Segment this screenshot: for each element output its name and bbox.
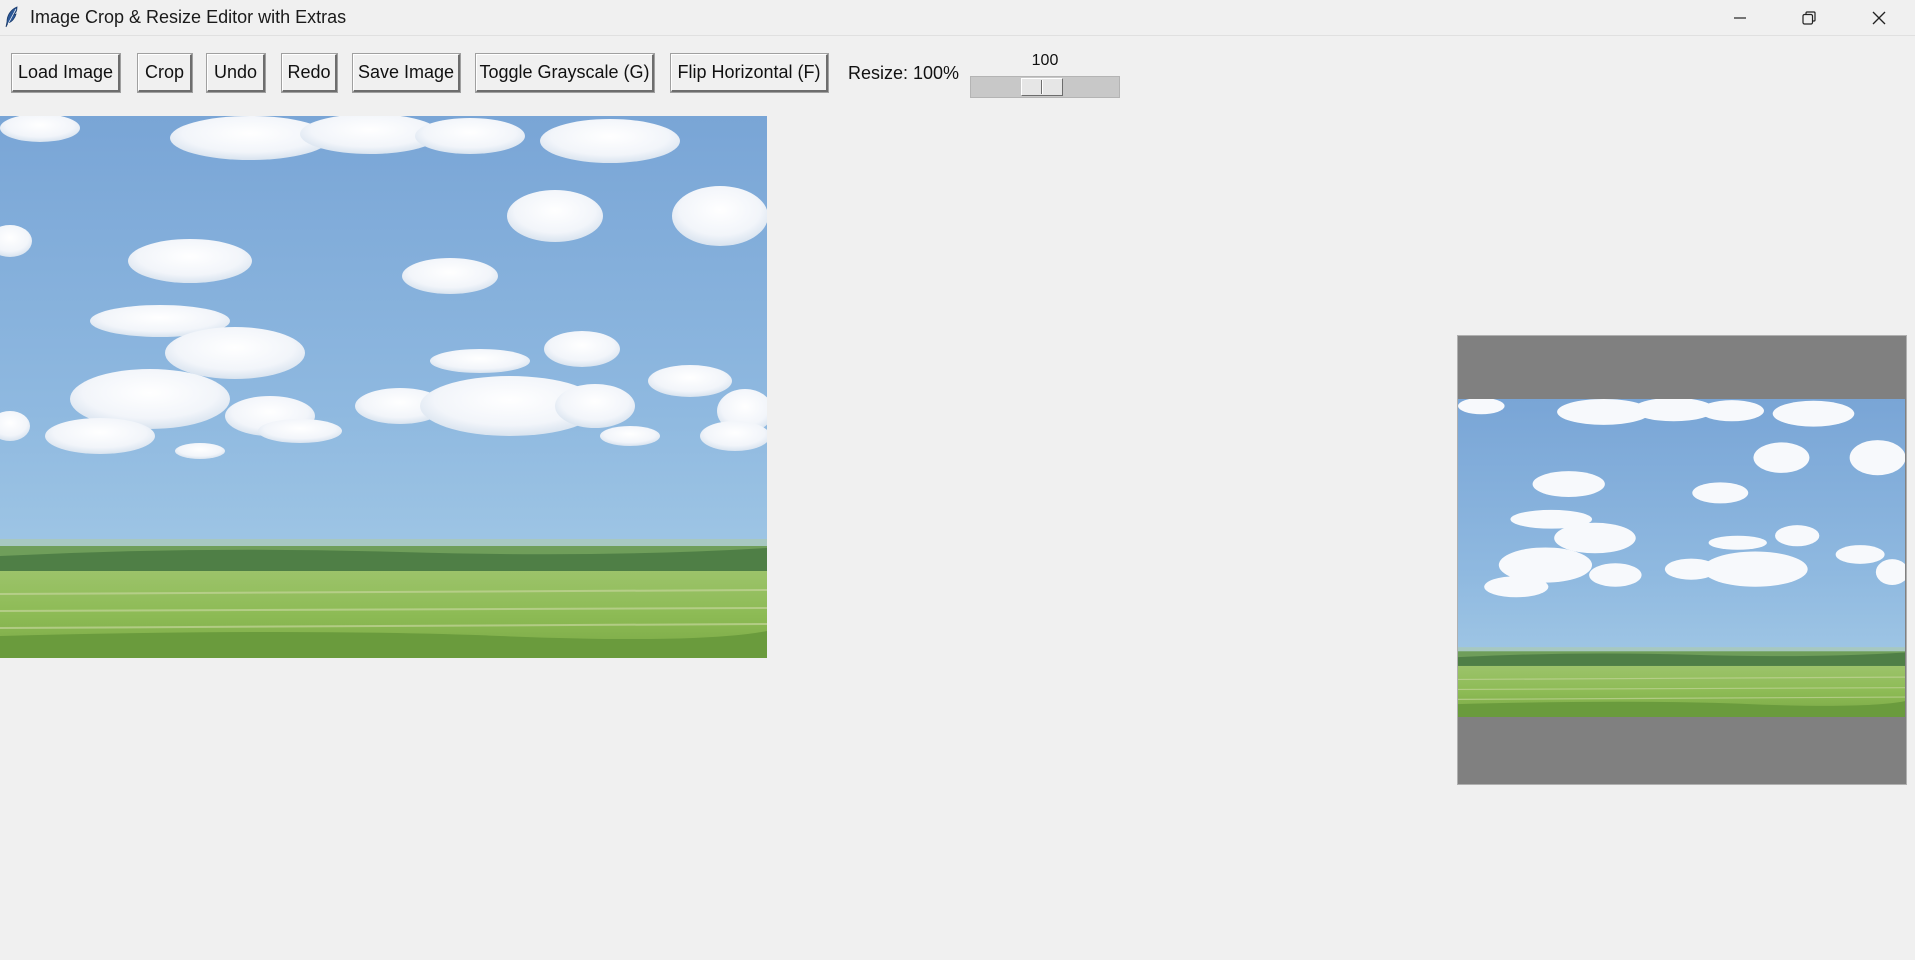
resize-scale-handle[interactable] bbox=[1021, 78, 1063, 96]
restore-icon bbox=[1801, 10, 1817, 26]
redo-button[interactable]: Redo bbox=[281, 53, 338, 93]
resize-scale[interactable]: 100 bbox=[970, 48, 1120, 100]
close-button[interactable] bbox=[1845, 0, 1913, 35]
crop-button[interactable]: Crop bbox=[137, 53, 193, 93]
title-bar[interactable]: Image Crop & Resize Editor with Extras bbox=[0, 0, 1915, 36]
undo-button[interactable]: Undo bbox=[206, 53, 266, 93]
resize-label: Resize: 100% bbox=[848, 63, 960, 83]
minimize-icon bbox=[1732, 10, 1748, 26]
save-image-button[interactable]: Save Image bbox=[352, 53, 461, 93]
flip-horizontal-button[interactable]: Flip Horizontal (F) bbox=[670, 53, 829, 93]
restore-button[interactable] bbox=[1775, 0, 1843, 35]
preview-landscape-image bbox=[1458, 399, 1905, 717]
minimize-button[interactable] bbox=[1706, 0, 1774, 35]
main-image-canvas[interactable] bbox=[0, 116, 767, 658]
resize-scale-value: 100 bbox=[1031, 52, 1059, 69]
resize-scale-trough[interactable] bbox=[970, 76, 1120, 98]
preview-image bbox=[1458, 399, 1905, 717]
landscape-image bbox=[0, 116, 767, 658]
feather-icon bbox=[4, 6, 20, 28]
load-image-button[interactable]: Load Image bbox=[11, 53, 121, 93]
toggle-grayscale-button[interactable]: Toggle Grayscale (G) bbox=[475, 53, 655, 93]
toolbar: Load Image Crop Undo Redo Save Image Tog… bbox=[0, 36, 1915, 106]
app-window: Image Crop & Resize Editor with Extras L… bbox=[0, 0, 1915, 960]
preview-panel bbox=[1457, 335, 1907, 785]
window-title: Image Crop & Resize Editor with Extras bbox=[30, 7, 347, 27]
close-icon bbox=[1871, 10, 1887, 26]
